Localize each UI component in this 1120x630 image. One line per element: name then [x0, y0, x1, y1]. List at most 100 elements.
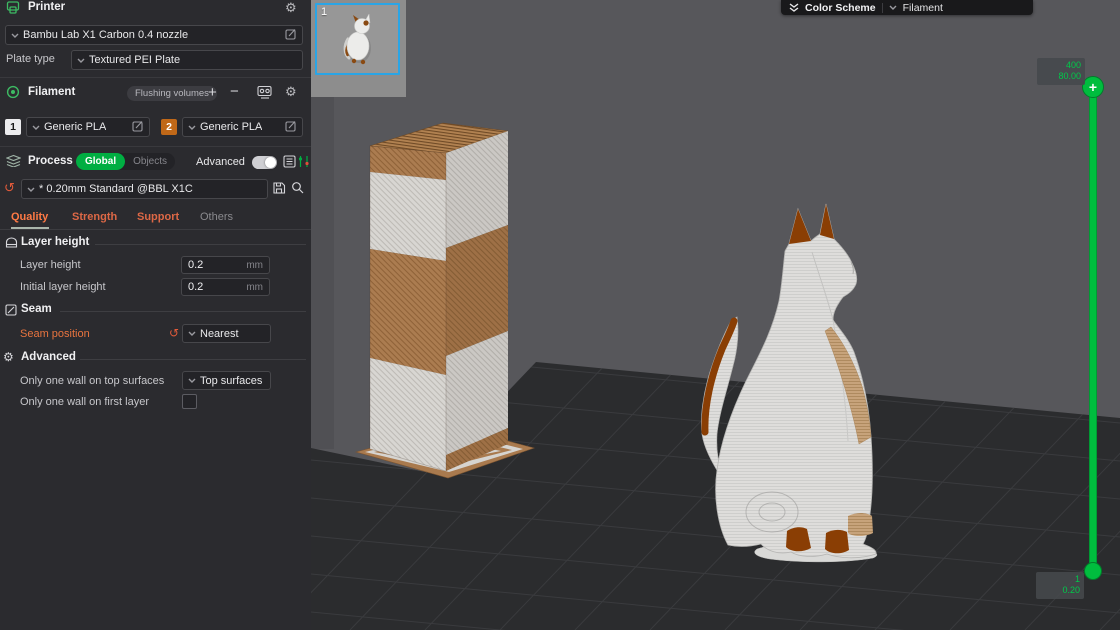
layer-slider-bottom-badge: 1 0.20 [1036, 572, 1084, 599]
printer-select-value: Bambu Lab X1 Carbon 0.4 nozzle [23, 29, 188, 41]
section-divider [0, 77, 311, 78]
printer-settings-gear-icon[interactable]: ⚙ [285, 0, 297, 16]
initial-layer-height-input[interactable]: 0.2 mm [181, 278, 270, 296]
reset-seam-icon[interactable]: ↺ [169, 327, 179, 339]
section-rule [80, 359, 306, 360]
filament-1-select[interactable]: Generic PLA [26, 117, 150, 137]
plate-1-preview-cat [339, 12, 379, 68]
param-table-icon[interactable] [298, 155, 310, 168]
scope-objects[interactable]: Objects [125, 156, 175, 167]
advanced-toggle-label: Advanced [196, 156, 245, 168]
chevron-down-icon [188, 125, 196, 130]
chevron-down-icon [77, 58, 85, 63]
seam-position-label: Seam position [20, 328, 90, 340]
seam-icon [5, 303, 17, 321]
bottom-layer-height: 0.20 [1040, 585, 1080, 596]
wipe-tower-model[interactable] [356, 123, 534, 478]
edit-filament-2-icon[interactable] [285, 120, 297, 135]
chevron-down-icon [32, 125, 40, 130]
filament-icon [6, 85, 20, 104]
scope-global[interactable]: Global [76, 153, 125, 170]
bottom-layer-number: 1 [1040, 574, 1080, 585]
filament-slot-2-badge[interactable]: 2 [161, 119, 177, 135]
process-preset-select[interactable]: * 0.20mm Standard @BBL X1C [21, 179, 268, 199]
layer-slider-bottom-handle[interactable] [1084, 562, 1102, 580]
advanced-section-icon: ⚙ [3, 350, 14, 364]
top-layer-number: 400 [1041, 60, 1081, 71]
filament-1-value: Generic PLA [44, 121, 106, 133]
one-wall-first-layer-label: Only one wall on first layer [20, 396, 149, 408]
plate-type-select[interactable]: Textured PEI Plate [71, 50, 303, 70]
layer-height-input[interactable]: 0.2 mm [181, 256, 270, 274]
chevron-down-icon [27, 187, 35, 192]
one-wall-top-select[interactable]: Top surfaces [182, 371, 271, 390]
bambu-studio-window: Printer ⚙ Bambu Lab X1 Carbon 0.4 nozzle… [0, 0, 1120, 630]
scene-canvas [311, 0, 1120, 630]
plate-type-label: Plate type [6, 53, 55, 65]
reset-process-icon[interactable]: ↺ [4, 182, 15, 195]
layer-height-label: Layer height [20, 259, 81, 271]
layer-slider-top-badge: 400 80.00 [1037, 58, 1085, 85]
param-list-icon[interactable] [283, 155, 296, 168]
section-rule [60, 311, 306, 312]
chevron-down-icon [11, 33, 19, 38]
initial-layer-height-label: Initial layer height [20, 281, 106, 293]
layer-height-value: 0.2 [188, 259, 203, 271]
wall-corner-shadow [311, 95, 334, 449]
collapse-double-chevron-icon[interactable] [789, 3, 799, 13]
layer-height-icon [5, 236, 18, 254]
initial-layer-height-value: 0.2 [188, 281, 203, 293]
printer-icon [6, 1, 20, 19]
flushing-volumes-button[interactable]: Flushing volumes [127, 86, 217, 101]
advanced-toggle[interactable] [252, 156, 277, 169]
settings-sidebar: Printer ⚙ Bambu Lab X1 Carbon 0.4 nozzle… [0, 0, 312, 630]
top-layer-height: 80.00 [1041, 71, 1081, 82]
tab-quality[interactable]: Quality [11, 211, 48, 223]
color-scheme-label: Color Scheme [805, 2, 876, 14]
layer-height-section-title: Layer height [21, 236, 89, 248]
color-scheme-bar: Color Scheme Filament [781, 0, 1033, 15]
plate-thumbnail-1[interactable]: 1 [315, 3, 400, 75]
one-wall-top-value: Top surfaces [200, 375, 262, 387]
edit-printer-icon[interactable] [285, 28, 297, 43]
filament-2-select[interactable]: Generic PLA [182, 117, 303, 137]
filament-slot-1-badge[interactable]: 1 [5, 119, 21, 135]
filament-settings-gear-icon[interactable]: ⚙ [285, 84, 297, 100]
process-scope-switch[interactable]: Global Objects [76, 153, 175, 170]
remove-filament-icon[interactable]: − [230, 83, 239, 100]
tab-others[interactable]: Others [200, 211, 233, 223]
color-scheme-value[interactable]: Filament [903, 2, 943, 14]
layer-slider-track[interactable] [1089, 87, 1097, 572]
ams-icon[interactable] [257, 85, 273, 99]
layer-slider-top-handle[interactable]: + [1082, 76, 1104, 98]
printer-section-title: Printer [28, 1, 65, 13]
tab-support[interactable]: Support [137, 211, 179, 223]
tab-strength[interactable]: Strength [72, 211, 117, 223]
process-tab-bar: Quality Strength Support Others [0, 206, 311, 230]
seam-position-value: Nearest [200, 328, 239, 340]
filament-section-title: Filament [28, 86, 75, 98]
chevron-down-icon [889, 5, 897, 10]
viewport-3d[interactable]: 1 Color S [311, 0, 1120, 630]
printer-select[interactable]: Bambu Lab X1 Carbon 0.4 nozzle [5, 25, 303, 45]
chevron-down-icon [188, 378, 196, 383]
bar-divider [882, 3, 883, 13]
save-preset-icon[interactable] [272, 181, 286, 195]
advanced-section-title: Advanced [21, 351, 76, 363]
one-wall-top-label: Only one wall on top surfaces [20, 375, 164, 387]
section-rule [95, 244, 306, 245]
add-filament-icon[interactable]: + [208, 84, 217, 101]
plate-thumbnail-panel: 1 [311, 0, 406, 97]
edit-filament-1-icon[interactable] [132, 120, 144, 135]
toggle-knob [265, 157, 276, 168]
process-section-title: Process [28, 155, 73, 167]
one-wall-first-layer-checkbox[interactable] [182, 394, 197, 409]
plate-number: 1 [321, 6, 327, 18]
chevron-down-icon [188, 331, 196, 336]
seam-section-title: Seam [21, 303, 52, 315]
process-preset-value: * 0.20mm Standard @BBL X1C [39, 183, 193, 195]
search-preset-icon[interactable] [291, 181, 304, 194]
filament-2-value: Generic PLA [200, 121, 262, 133]
seam-position-select[interactable]: Nearest [182, 324, 271, 343]
process-icon [6, 154, 21, 172]
